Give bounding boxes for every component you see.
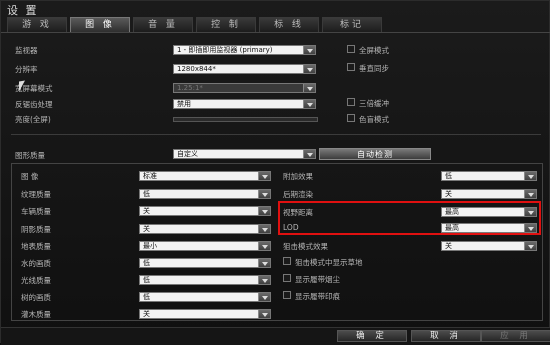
colorblind-checkbox[interactable] bbox=[347, 114, 355, 122]
resolution-label: 分辨率 bbox=[15, 65, 38, 74]
setting-label: 树的画质 bbox=[21, 293, 51, 302]
colorblind-label: 色盲模式 bbox=[359, 115, 389, 124]
triple-buffer-checkbox[interactable] bbox=[347, 98, 355, 106]
highlight-box bbox=[278, 201, 541, 235]
chevron-down-icon bbox=[524, 172, 536, 180]
quality-label: 图形质量 bbox=[15, 151, 45, 160]
water-quality-select[interactable]: 低 bbox=[139, 258, 271, 268]
setting-label: 纹理质量 bbox=[21, 190, 51, 199]
chevron-down-icon bbox=[258, 293, 270, 301]
vehicle-quality-select[interactable]: 关 bbox=[139, 206, 271, 216]
triple-buffer-label: 三倍缓冲 bbox=[359, 99, 389, 108]
chevron-down-icon bbox=[303, 84, 315, 92]
track-marks-checkbox[interactable] bbox=[283, 291, 291, 299]
setting-label: 后期渲染 bbox=[283, 190, 313, 199]
aspect-select[interactable]: 1.25:1* bbox=[173, 83, 316, 93]
track-marks-label: 显示履带印痕 bbox=[295, 292, 340, 301]
monitor-select[interactable]: 1 - 即插即用监视器 (primary) bbox=[173, 45, 316, 55]
brightness-label: 亮度(全屏) bbox=[15, 115, 51, 124]
extra-effects-select[interactable]: 低 bbox=[441, 171, 537, 181]
post-processing-select[interactable]: 关 bbox=[441, 189, 537, 199]
setting-label: 光线质量 bbox=[21, 276, 51, 285]
antialias-label: 反锯齿处理 bbox=[15, 100, 53, 109]
setting-label: 灌木质量 bbox=[21, 310, 51, 319]
track-dust-label: 显示履带烟尘 bbox=[295, 275, 340, 284]
chevron-down-icon bbox=[258, 259, 270, 267]
tab-divider bbox=[1, 32, 550, 33]
vsync-checkbox[interactable] bbox=[347, 63, 355, 71]
chevron-down-icon bbox=[303, 46, 315, 54]
setting-label: 狙击模式效果 bbox=[283, 242, 328, 251]
terrain-quality-select[interactable]: 最小 bbox=[139, 241, 271, 251]
setting-label: 图 像 bbox=[21, 172, 39, 181]
monitor-label: 监视器 bbox=[15, 46, 38, 55]
tab-bar: 游 戏 图 像 音 量 控 制 标 线 标记 bbox=[7, 17, 385, 33]
ok-button[interactable]: 确 定 bbox=[337, 330, 407, 342]
shadow-quality-select[interactable]: 关 bbox=[139, 224, 271, 234]
tab-markers[interactable]: 标记 bbox=[322, 17, 382, 33]
setting-label: 地表质量 bbox=[21, 242, 51, 251]
chevron-down-icon bbox=[303, 65, 315, 73]
apply-button[interactable]: 应 用 bbox=[481, 330, 550, 342]
tab-sound[interactable]: 音 量 bbox=[133, 17, 193, 33]
quality-select[interactable]: 自定义 bbox=[173, 149, 316, 159]
chevron-down-icon bbox=[258, 242, 270, 250]
vsync-label: 垂直同步 bbox=[359, 64, 389, 73]
chevron-down-icon bbox=[258, 172, 270, 180]
window-title: 设 置 bbox=[7, 4, 39, 17]
chevron-down-icon bbox=[258, 225, 270, 233]
chevron-down-icon bbox=[524, 190, 536, 198]
chevron-down-icon bbox=[303, 100, 315, 108]
section-divider bbox=[11, 134, 541, 135]
graphics-select[interactable]: 标准 bbox=[139, 171, 271, 181]
brightness-slider[interactable] bbox=[173, 117, 318, 122]
sniper-effects-select[interactable]: 关 bbox=[441, 241, 537, 251]
tab-graphics[interactable]: 图 像 bbox=[70, 17, 130, 33]
tab-controls[interactable]: 控 制 bbox=[196, 17, 256, 33]
tab-game[interactable]: 游 戏 bbox=[7, 17, 67, 33]
setting-label: 阴影质量 bbox=[21, 225, 51, 234]
tree-quality-select[interactable]: 低 bbox=[139, 292, 271, 302]
chevron-down-icon bbox=[524, 242, 536, 250]
tab-reticle[interactable]: 标 线 bbox=[259, 17, 319, 33]
resolution-select[interactable]: 1280x844* bbox=[173, 64, 316, 74]
texture-quality-select[interactable]: 低 bbox=[139, 189, 271, 199]
sniper-grass-checkbox[interactable] bbox=[283, 257, 291, 265]
sniper-grass-label: 狙击模式中显示草地 bbox=[295, 258, 363, 267]
lighting-quality-select[interactable]: 低 bbox=[139, 275, 271, 285]
auto-detect-button[interactable]: 自动检测 bbox=[319, 148, 431, 160]
antialias-select[interactable]: 禁用 bbox=[173, 99, 316, 109]
cancel-button[interactable]: 取 消 bbox=[411, 330, 481, 342]
fullscreen-label: 全屏模式 bbox=[359, 46, 389, 55]
setting-label: 附加效果 bbox=[283, 172, 313, 181]
setting-label: 水的画质 bbox=[21, 259, 51, 268]
setting-label: 车辆质量 bbox=[21, 207, 51, 216]
chevron-down-icon bbox=[258, 207, 270, 215]
mouse-cursor-icon bbox=[19, 80, 25, 92]
settings-window: 设 置 游 戏 图 像 音 量 控 制 标 线 标记 监视器 1 - 即插即用监… bbox=[0, 0, 550, 345]
chevron-down-icon bbox=[258, 276, 270, 284]
chevron-down-icon bbox=[258, 190, 270, 198]
fullscreen-checkbox[interactable] bbox=[347, 45, 355, 53]
chevron-down-icon bbox=[303, 150, 315, 158]
chevron-down-icon bbox=[258, 310, 270, 318]
track-dust-checkbox[interactable] bbox=[283, 274, 291, 282]
shrub-quality-select[interactable]: 关 bbox=[139, 309, 271, 319]
